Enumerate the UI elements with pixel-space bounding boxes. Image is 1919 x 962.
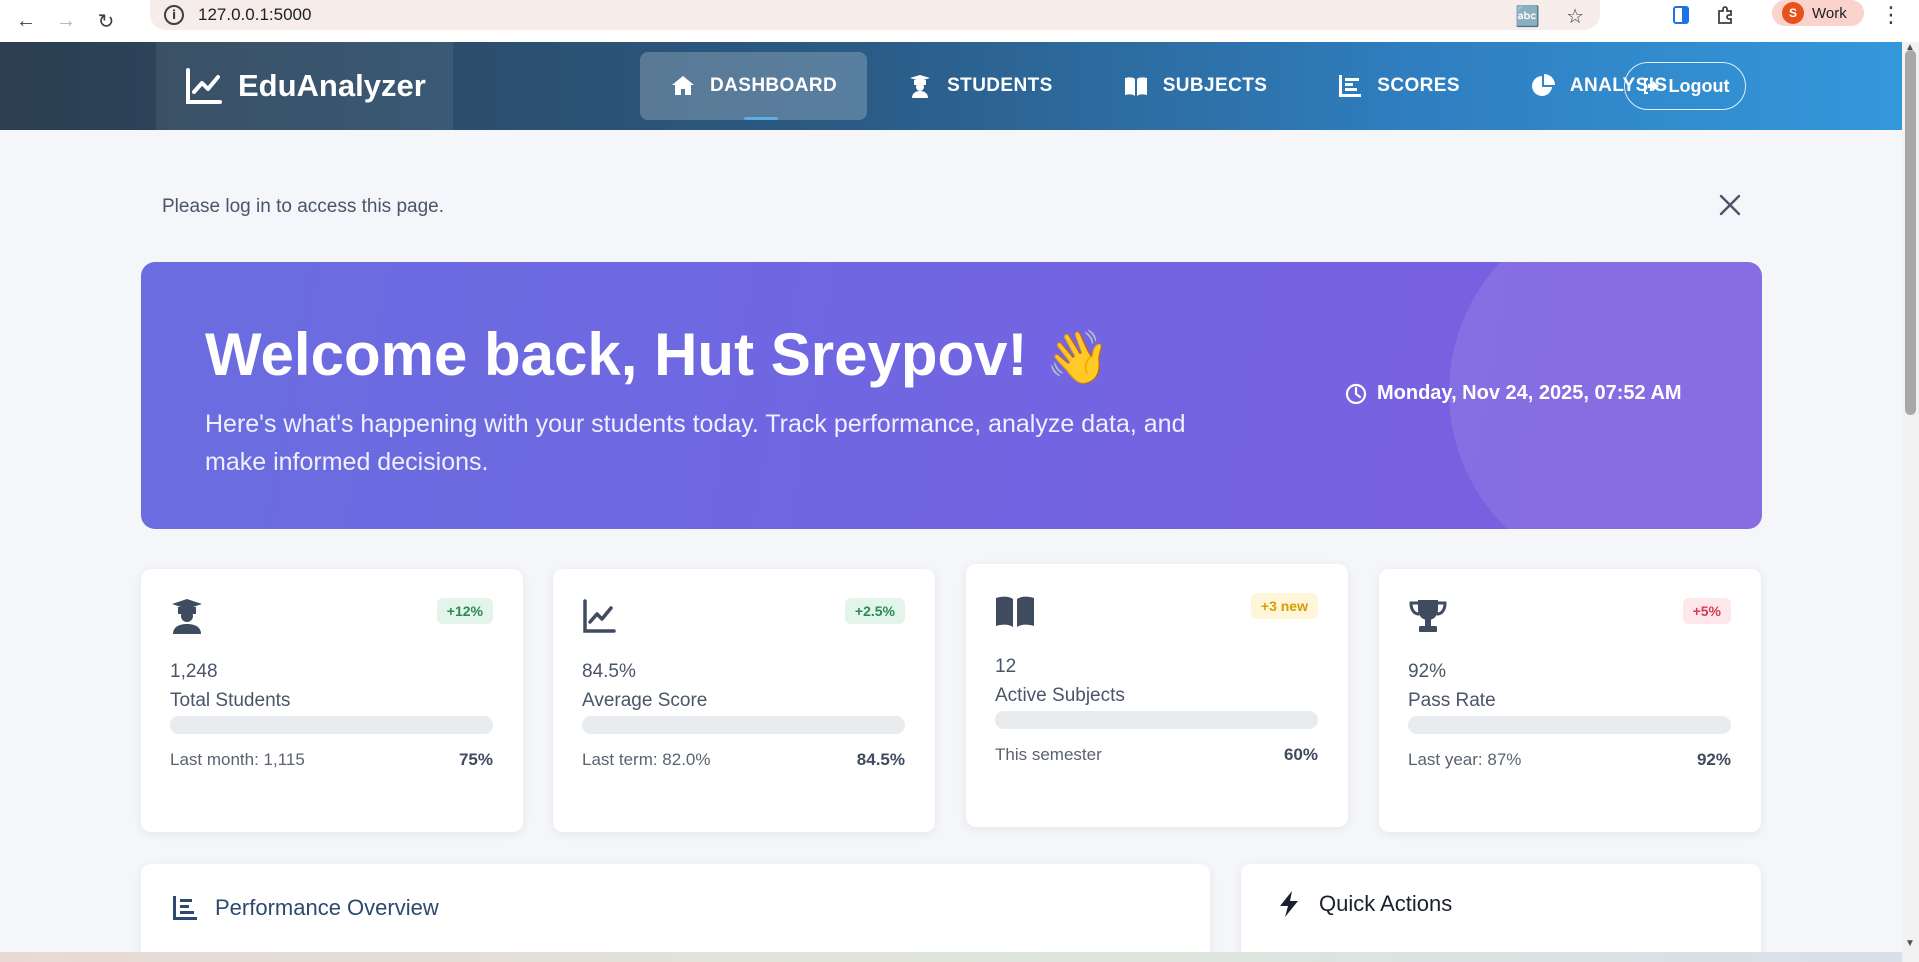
nav-students[interactable]: STUDENTS — [877, 52, 1083, 120]
book-icon — [1124, 77, 1147, 96]
stat-value: 92% — [1408, 661, 1447, 682]
stat-card-active-subjects: +3 new 12 Active Subjects This semester … — [966, 564, 1348, 827]
welcome-title: Welcome back, Hut Sreypov! 👋 — [205, 320, 1110, 389]
nav-dashboard-label: DASHBOARD — [710, 75, 838, 96]
stat-progress-bar — [170, 716, 493, 734]
side-panel-icon[interactable] — [1668, 2, 1694, 28]
stat-progress-fill — [995, 711, 1189, 729]
stat-progress-bar — [582, 716, 905, 734]
stat-label: Pass Rate — [1408, 690, 1496, 711]
lightning-icon — [1280, 891, 1298, 917]
home-icon — [672, 76, 694, 95]
stat-value: 1,248 — [170, 661, 218, 682]
stat-percent: 84.5% — [856, 750, 905, 769]
scroll-down-icon[interactable]: ▼ — [1905, 938, 1915, 949]
brand-name: EduAnalyzer — [238, 68, 426, 103]
stat-progress-fill — [582, 716, 855, 734]
stat-card-pass-rate: +5% 92% Pass Rate Last year: 87% 92% — [1379, 569, 1761, 832]
brand[interactable]: EduAnalyzer — [156, 42, 453, 130]
stat-change-badge: +3 new — [1250, 593, 1318, 619]
logout-label: Logout — [1668, 75, 1730, 96]
quick-actions-header: Quick Actions — [1275, 890, 1452, 918]
nav-subjects-label: SUBJECTS — [1162, 75, 1268, 96]
book-icon — [996, 596, 1034, 627]
close-icon[interactable] — [1715, 190, 1745, 220]
welcome-subtitle: Here's what's happening with your studen… — [205, 410, 1186, 476]
stat-comparison: Last term: 82.0% — [582, 750, 711, 769]
graduate-icon — [910, 75, 931, 98]
stat-progress-fill — [170, 716, 413, 734]
stat-card-total-students: +12% 1,248 Total Students Last month: 1,… — [141, 569, 523, 832]
stat-card-average-score: +2.5% 84.5% Average Score Last term: 82.… — [553, 569, 935, 832]
stat-change-badge: +5% — [1682, 598, 1731, 624]
quick-actions-title: Quick Actions — [1319, 891, 1453, 916]
stat-percent: 60% — [1283, 745, 1318, 764]
nav-links: DASHBOARD STUDENTS SUBJECTS SCORES ANALY… — [640, 52, 1697, 120]
profile-avatar: S — [1782, 2, 1804, 24]
welcome-title-text: Welcome back, Hut Sreypov! — [205, 321, 1028, 388]
main-navbar: EduAnalyzer DASHBOARD STUDENTS SUBJECTS … — [0, 42, 1902, 130]
welcome-banner: Welcome back, Hut Sreypov! 👋 Here's what'… — [141, 262, 1762, 529]
scrollbar-thumb[interactable] — [1905, 50, 1916, 415]
logout-button[interactable]: Logout — [1624, 62, 1746, 110]
stat-label: Average Score — [582, 690, 708, 711]
site-info-icon[interactable]: i — [164, 5, 184, 25]
stat-change-badge: +2.5% — [844, 598, 905, 624]
stat-label: Total Students — [170, 690, 291, 711]
alert-message: Please log in to access this page. — [162, 196, 445, 217]
line-chart-icon — [583, 599, 616, 633]
performance-overview-title: Performance Overview — [215, 895, 439, 920]
stat-value: 12 — [995, 656, 1017, 677]
back-icon[interactable]: ← — [6, 5, 46, 37]
stat-percent: 92% — [1696, 750, 1731, 769]
browser-menu-icon[interactable]: ⋮ — [1880, 2, 1902, 28]
profile-name: Work — [1812, 4, 1847, 22]
address-bar[interactable]: i 127.0.0.1:5000 🔤 ☆ — [150, 0, 1600, 30]
stat-progress-bar — [1408, 716, 1731, 734]
stat-progress-fill — [1408, 716, 1706, 734]
bottom-edge — [0, 952, 1902, 962]
stat-comparison: Last year: 87% — [1408, 750, 1522, 769]
url-text[interactable]: 127.0.0.1:5000 — [198, 5, 311, 25]
quick-actions-panel: Quick Actions — [1241, 864, 1761, 962]
extensions-icon[interactable] — [1712, 2, 1738, 28]
stat-comparison: This semester — [995, 745, 1102, 764]
stat-percent: 75% — [458, 750, 493, 769]
clock-icon — [1345, 383, 1367, 404]
graduate-icon — [172, 599, 202, 634]
translate-icon[interactable]: 🔤 — [1515, 4, 1540, 29]
logout-icon — [1643, 78, 1659, 94]
nav-students-label: STUDENTS — [947, 75, 1053, 96]
profile-button[interactable]: S Work — [1772, 0, 1864, 26]
nav-subjects[interactable]: SUBJECTS — [1093, 52, 1298, 120]
current-datetime: Monday, Nov 24, 2025, 07:52 AM — [1345, 382, 1682, 405]
stat-label: Active Subjects — [995, 685, 1125, 706]
forward-icon[interactable]: → — [46, 5, 86, 37]
nav-scores[interactable]: SCORES — [1307, 52, 1490, 120]
line-chart-icon — [186, 68, 222, 104]
stat-progress-bar — [995, 711, 1318, 729]
performance-overview-header: Performance Overview — [171, 894, 439, 922]
waving-hand-icon: 👋 — [1045, 328, 1111, 388]
pie-chart-icon — [1531, 74, 1555, 96]
login-alert: Please log in to access this page. — [141, 180, 1761, 234]
nav-dashboard[interactable]: DASHBOARD — [640, 52, 868, 120]
stat-value: 84.5% — [582, 661, 636, 682]
bookmark-star-icon[interactable]: ☆ — [1566, 4, 1584, 29]
stat-change-badge: +12% — [436, 598, 493, 624]
stat-comparison: Last month: 1,115 — [170, 750, 305, 769]
nav-scores-label: SCORES — [1377, 75, 1460, 96]
datetime-text: Monday, Nov 24, 2025, 07:52 AM — [1377, 382, 1682, 404]
performance-overview-panel: Performance Overview — [141, 864, 1210, 962]
reload-icon[interactable]: ↻ — [86, 5, 126, 37]
bar-chart-icon — [1339, 75, 1362, 97]
bar-chart-icon — [173, 896, 197, 920]
trophy-icon — [1409, 600, 1447, 632]
